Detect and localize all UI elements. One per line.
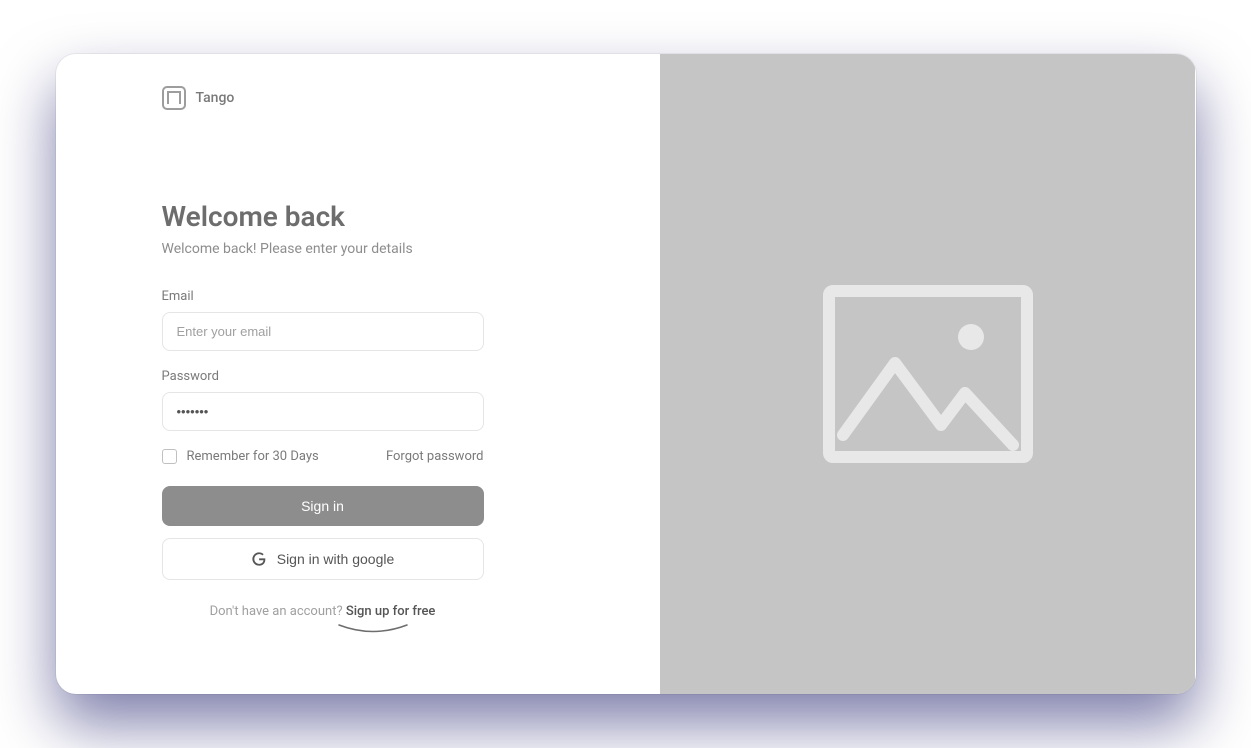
page-title: Welcome back [162,200,488,233]
signup-row: Don't have an account? Sign up for free [162,604,484,619]
google-icon [251,551,267,567]
password-label: Password [162,369,488,384]
image-placeholder-icon [823,285,1033,463]
signup-prompt: Don't have an account? [210,604,346,619]
signin-button[interactable]: Sign in [162,486,484,526]
options-row: Remember for 30 Days Forgot password [162,449,484,464]
right-panel [660,54,1196,694]
email-label: Email [162,289,488,304]
login-frame: Tango Welcome back Welcome back! Please … [56,54,1196,694]
google-signin-button[interactable]: Sign in with google [162,538,484,580]
remember-checkbox[interactable] [162,449,177,464]
email-input[interactable] [162,312,484,351]
remember-group: Remember for 30 Days [162,449,319,464]
brand-row: Tango [56,86,660,110]
google-signin-label: Sign in with google [277,551,395,567]
underline-decoration-icon [338,624,408,636]
forgot-password-link[interactable]: Forgot password [386,449,484,464]
brand-logo-icon [162,86,186,110]
login-form: Welcome back Welcome back! Please enter … [56,110,488,619]
signup-link[interactable]: Sign up for free [346,604,436,619]
page-subtitle: Welcome back! Please enter your details [162,241,488,257]
remember-label: Remember for 30 Days [187,449,319,464]
password-input[interactable] [162,392,484,431]
left-panel: Tango Welcome back Welcome back! Please … [56,54,660,694]
brand-name: Tango [196,90,235,106]
